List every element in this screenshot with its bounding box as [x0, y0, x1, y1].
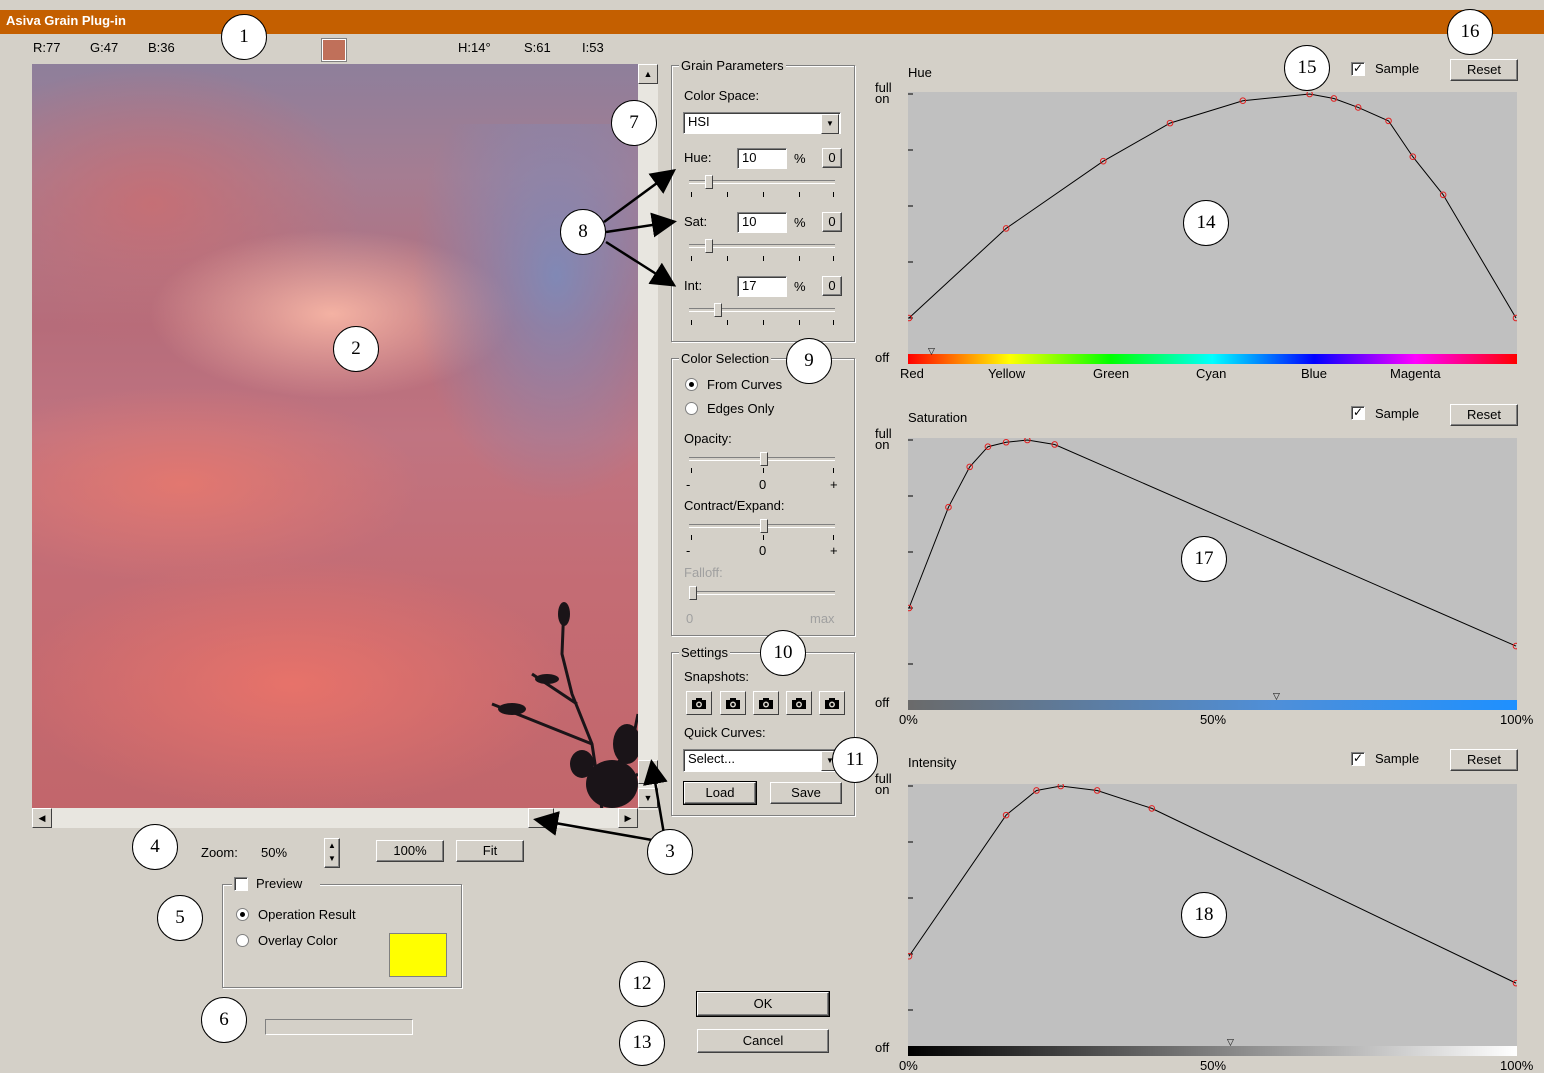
- callout-10: 10: [760, 630, 806, 676]
- callout-13: 13: [619, 1020, 665, 1066]
- callout-1: 1: [221, 14, 267, 60]
- callout-4: 4: [132, 824, 178, 870]
- callout-15: 15: [1284, 45, 1330, 91]
- callout-12: 12: [619, 961, 665, 1007]
- callout-16: 16: [1447, 9, 1493, 55]
- callout-17: 17: [1181, 536, 1227, 582]
- callout-3: 3: [647, 829, 693, 875]
- callout-2: 2: [333, 326, 379, 372]
- callout-6: 6: [201, 997, 247, 1043]
- callout-9: 9: [786, 338, 832, 384]
- callout-arrows: [533, 169, 677, 842]
- callout-5: 5: [157, 895, 203, 941]
- callout-18: 18: [1181, 892, 1227, 938]
- callout-8: 8: [560, 209, 606, 255]
- callout-11: 11: [832, 737, 878, 783]
- callout-7: 7: [611, 100, 657, 146]
- callout-14: 14: [1183, 200, 1229, 246]
